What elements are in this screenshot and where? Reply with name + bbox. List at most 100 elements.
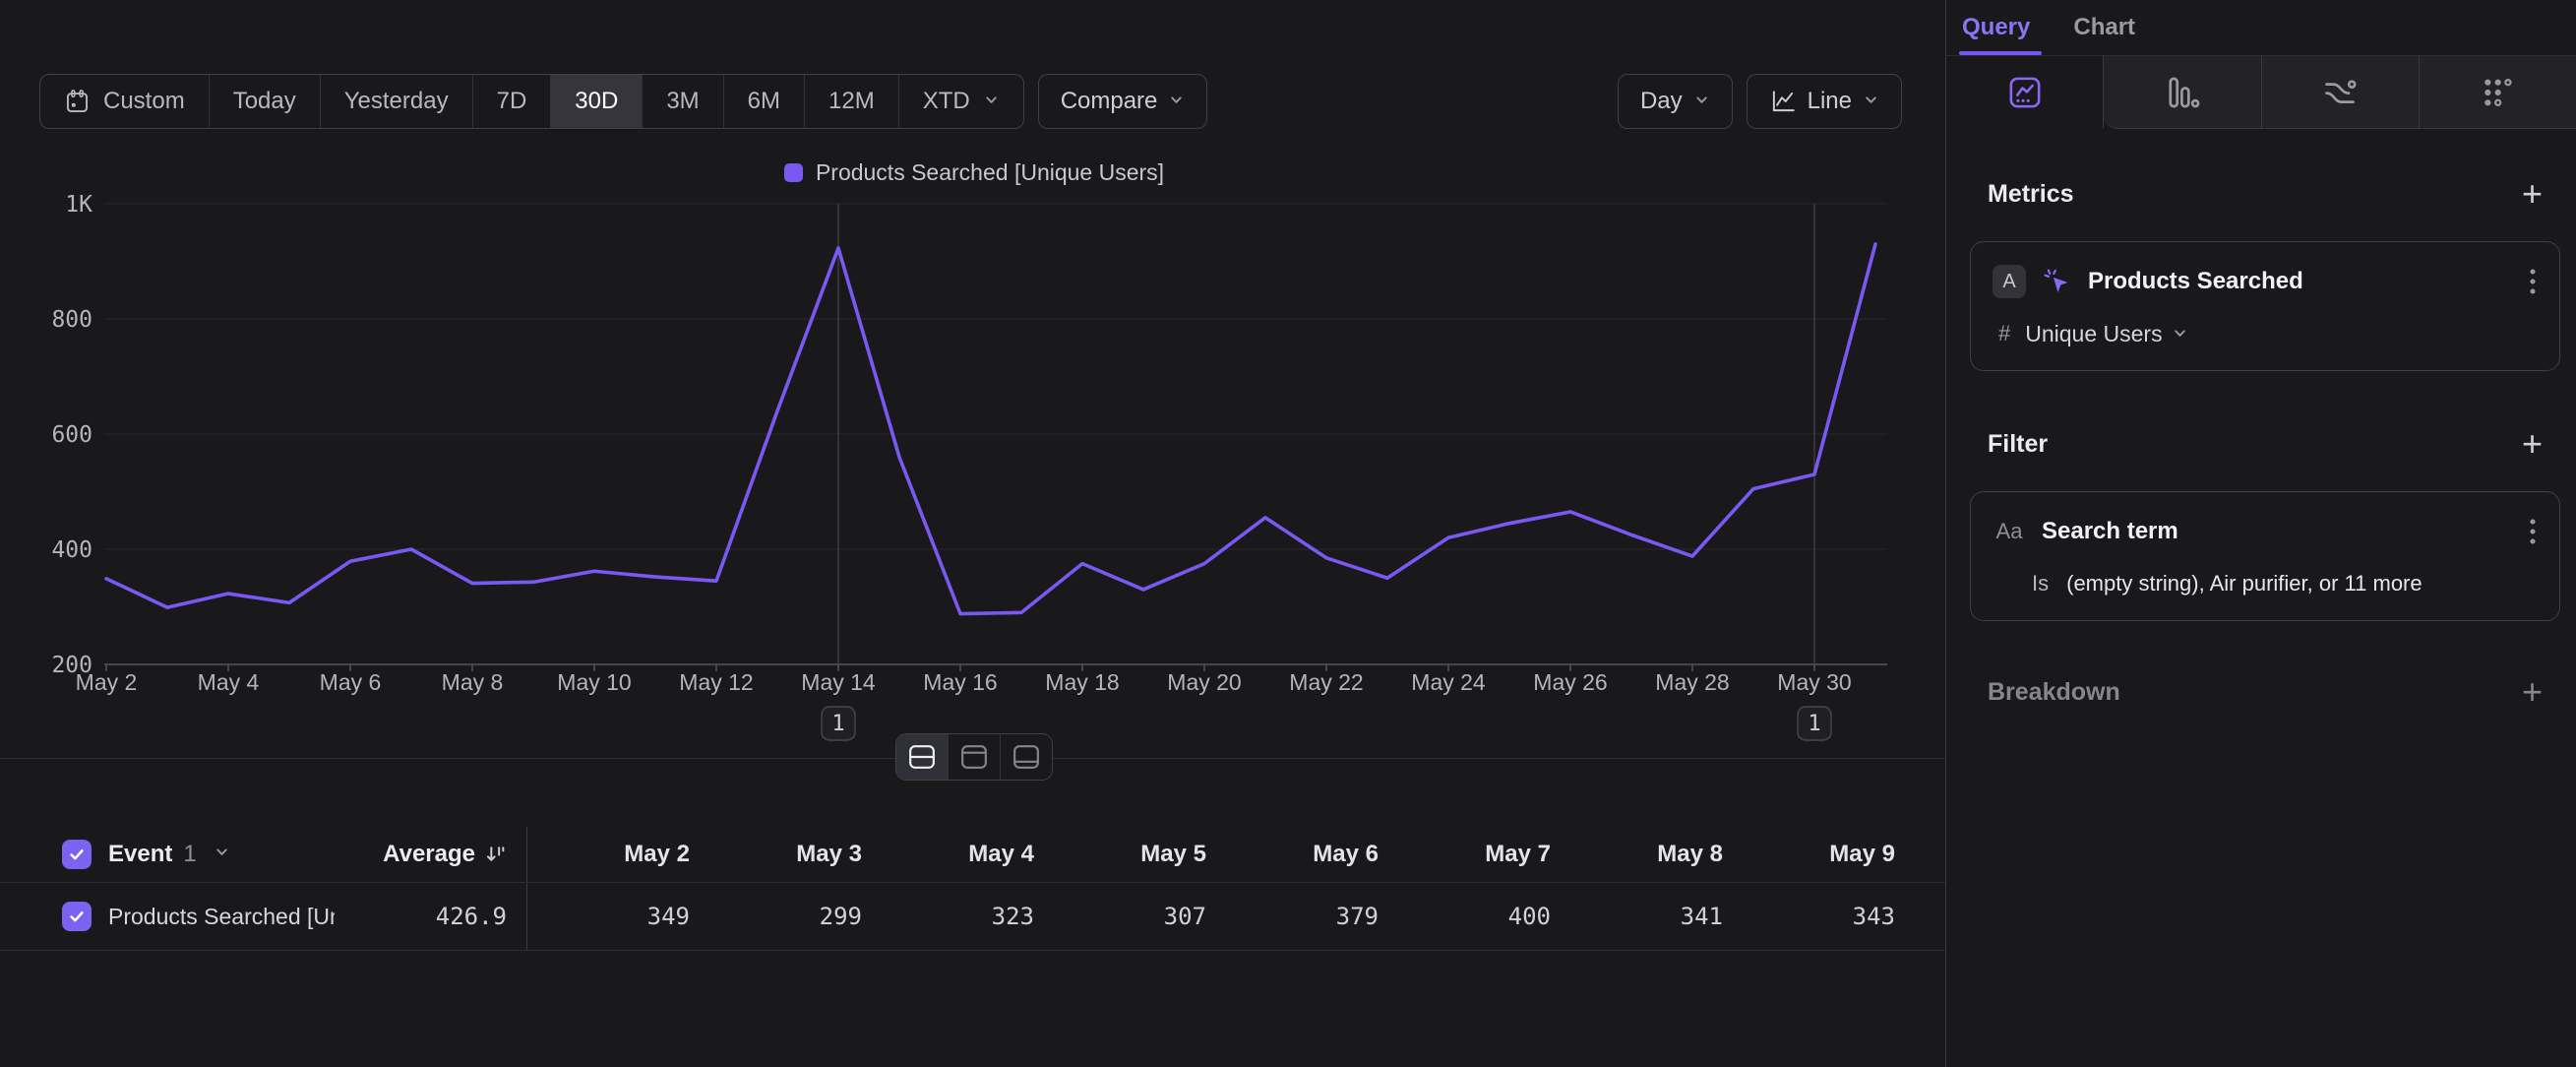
filter-condition-row: Is (empty string), Air purifier, or 11 m… — [1993, 567, 2538, 600]
main-panel: CustomTodayYesterday7D30D3M6M12MXTD Comp… — [0, 0, 1945, 1067]
tab-query[interactable]: Query — [1962, 0, 2030, 55]
toolbar-left: CustomTodayYesterday7D30D3M6M12MXTD Comp… — [39, 74, 1207, 129]
tab-retention[interactable] — [2420, 56, 2576, 129]
line-chart[interactable]: 2004006008001KMay 2May 4May 6May 8May 10… — [39, 187, 1909, 758]
breakdown-table: Event 1 Average May 2May 3May 4M — [0, 827, 1945, 951]
tab-funnels[interactable] — [2104, 56, 2261, 129]
column-header-may-8[interactable]: May 8 — [1561, 841, 1733, 868]
column-header-may-4[interactable]: May 4 — [872, 841, 1044, 868]
add-filter-button[interactable]: + — [2522, 426, 2543, 462]
granularity-label: Day — [1640, 88, 1683, 115]
column-header-may-3[interactable]: May 3 — [700, 841, 872, 868]
filter-property-name[interactable]: Search term — [2042, 518, 2512, 545]
sidebar-tabs: Query Chart — [1946, 0, 2576, 55]
x-tick-label: May 28 — [1655, 669, 1729, 695]
filter-operator[interactable]: Is — [2032, 571, 2049, 596]
date-range-3m[interactable]: 3M — [643, 75, 723, 128]
column-header-may-7[interactable]: May 7 — [1388, 841, 1561, 868]
date-range-yesterday[interactable]: Yesterday — [321, 75, 473, 128]
column-header-may-5[interactable]: May 5 — [1044, 841, 1216, 868]
date-columns-header: May 2May 3May 4May 5May 6May 7May 8May 9 — [526, 827, 1905, 882]
chart-type-button[interactable]: Line — [1747, 74, 1902, 129]
event-name-cell: Products Searched [Un... — [0, 883, 335, 950]
tab-insights[interactable] — [1946, 56, 2104, 129]
date-values-row: 349299323307379400341343 — [526, 883, 1905, 950]
sort-icon[interactable] — [484, 844, 507, 866]
date-range-today[interactable]: Today — [210, 75, 321, 128]
x-tick-label: May 18 — [1045, 669, 1119, 695]
select-all-checkbox[interactable] — [62, 840, 92, 869]
y-tick-label: 400 — [51, 537, 92, 563]
filter-value[interactable]: (empty string), Air purifier, or 11 more — [2066, 571, 2423, 596]
chevron-down-icon — [1693, 88, 1710, 115]
toolbar-right: Day Line — [1618, 74, 1902, 129]
app-root: CustomTodayYesterday7D30D3M6M12MXTD Comp… — [0, 0, 2576, 1067]
kebab-menu-icon[interactable] — [2528, 267, 2538, 296]
kebab-menu-icon[interactable] — [2528, 517, 2538, 546]
column-header-may-9[interactable]: May 9 — [1733, 841, 1905, 868]
metric-card[interactable]: A Products Searched # Unique — [1970, 241, 2560, 371]
view-toggle-table-only[interactable] — [1001, 734, 1052, 780]
granularity-button[interactable]: Day — [1618, 74, 1733, 129]
add-breakdown-button[interactable]: + — [2522, 674, 2543, 710]
series-line[interactable] — [106, 244, 1875, 614]
funnels-icon — [2165, 75, 2200, 110]
annotation-badge-label: 1 — [1808, 712, 1820, 736]
cell-may-6: 379 — [1216, 903, 1388, 930]
measure-selector[interactable]: Unique Users — [2025, 321, 2187, 347]
table-only-icon — [1012, 744, 1040, 770]
split-view-icon — [908, 744, 936, 770]
chevron-down-icon — [983, 88, 1000, 115]
column-header-may-2[interactable]: May 2 — [527, 841, 700, 868]
date-range-xtd[interactable]: XTD — [899, 75, 1023, 128]
string-type-icon: Aa — [1993, 519, 2026, 544]
filter-card[interactable]: Aa Search term Is (empty string), Air pu… — [1970, 491, 2560, 621]
x-tick-label: May 4 — [198, 669, 260, 695]
event-row-checkbox[interactable] — [62, 902, 92, 931]
view-toggle — [895, 733, 1053, 781]
x-tick-label: May 8 — [442, 669, 504, 695]
line-chart-icon — [1769, 88, 1797, 115]
filter-heading: Filter — [1988, 430, 2048, 459]
flows-icon — [2322, 75, 2358, 110]
average-header-label: Average — [383, 841, 475, 868]
date-range-custom[interactable]: Custom — [40, 75, 210, 128]
tab-flows[interactable] — [2262, 56, 2420, 129]
table-row: Products Searched [Un... 426.9 349299323… — [0, 883, 1945, 951]
date-range-30d[interactable]: 30D — [551, 75, 643, 128]
event-header-label: Event — [108, 841, 172, 868]
cell-may-9: 343 — [1733, 903, 1905, 930]
metric-event-name[interactable]: Products Searched — [2088, 268, 2512, 295]
average-value-cell: 426.9 — [335, 883, 526, 950]
x-tick-label: May 26 — [1533, 669, 1607, 695]
date-range-7d[interactable]: 7D — [473, 75, 552, 128]
table-header-row: Event 1 Average May 2May 3May 4M — [0, 827, 1945, 883]
y-tick-label: 600 — [51, 422, 92, 448]
measure-label: Unique Users — [2025, 321, 2162, 347]
add-metric-button[interactable]: + — [2522, 176, 2543, 212]
x-tick-label: May 14 — [801, 669, 876, 695]
event-click-icon — [2042, 267, 2072, 297]
chevron-down-icon — [1168, 88, 1185, 115]
annotation-badge-label: 1 — [831, 712, 844, 736]
date-range-12m[interactable]: 12M — [805, 75, 899, 128]
compare-button[interactable]: Compare — [1038, 74, 1208, 129]
x-tick-label: May 20 — [1167, 669, 1241, 695]
chevron-down-icon — [1863, 88, 1879, 115]
event-count: 1 — [183, 841, 196, 868]
column-header-may-6[interactable]: May 6 — [1216, 841, 1388, 868]
view-toggle-split[interactable] — [896, 734, 949, 780]
chevron-down-icon[interactable] — [214, 844, 230, 865]
cell-may-5: 307 — [1044, 903, 1216, 930]
x-tick-label: May 6 — [320, 669, 382, 695]
x-tick-label: May 24 — [1411, 669, 1486, 695]
breakdown-section-header: Breakdown + — [1970, 662, 2560, 722]
metric-row: A Products Searched — [1993, 262, 2538, 301]
date-range-6m[interactable]: 6M — [724, 75, 805, 128]
view-toggle-chart-only[interactable] — [949, 734, 1001, 780]
cell-may-7: 400 — [1388, 903, 1561, 930]
chevron-down-icon — [2172, 321, 2188, 347]
insights-icon — [2007, 75, 2043, 110]
tab-chart[interactable]: Chart — [2073, 0, 2135, 55]
average-header-cell[interactable]: Average — [335, 827, 526, 882]
